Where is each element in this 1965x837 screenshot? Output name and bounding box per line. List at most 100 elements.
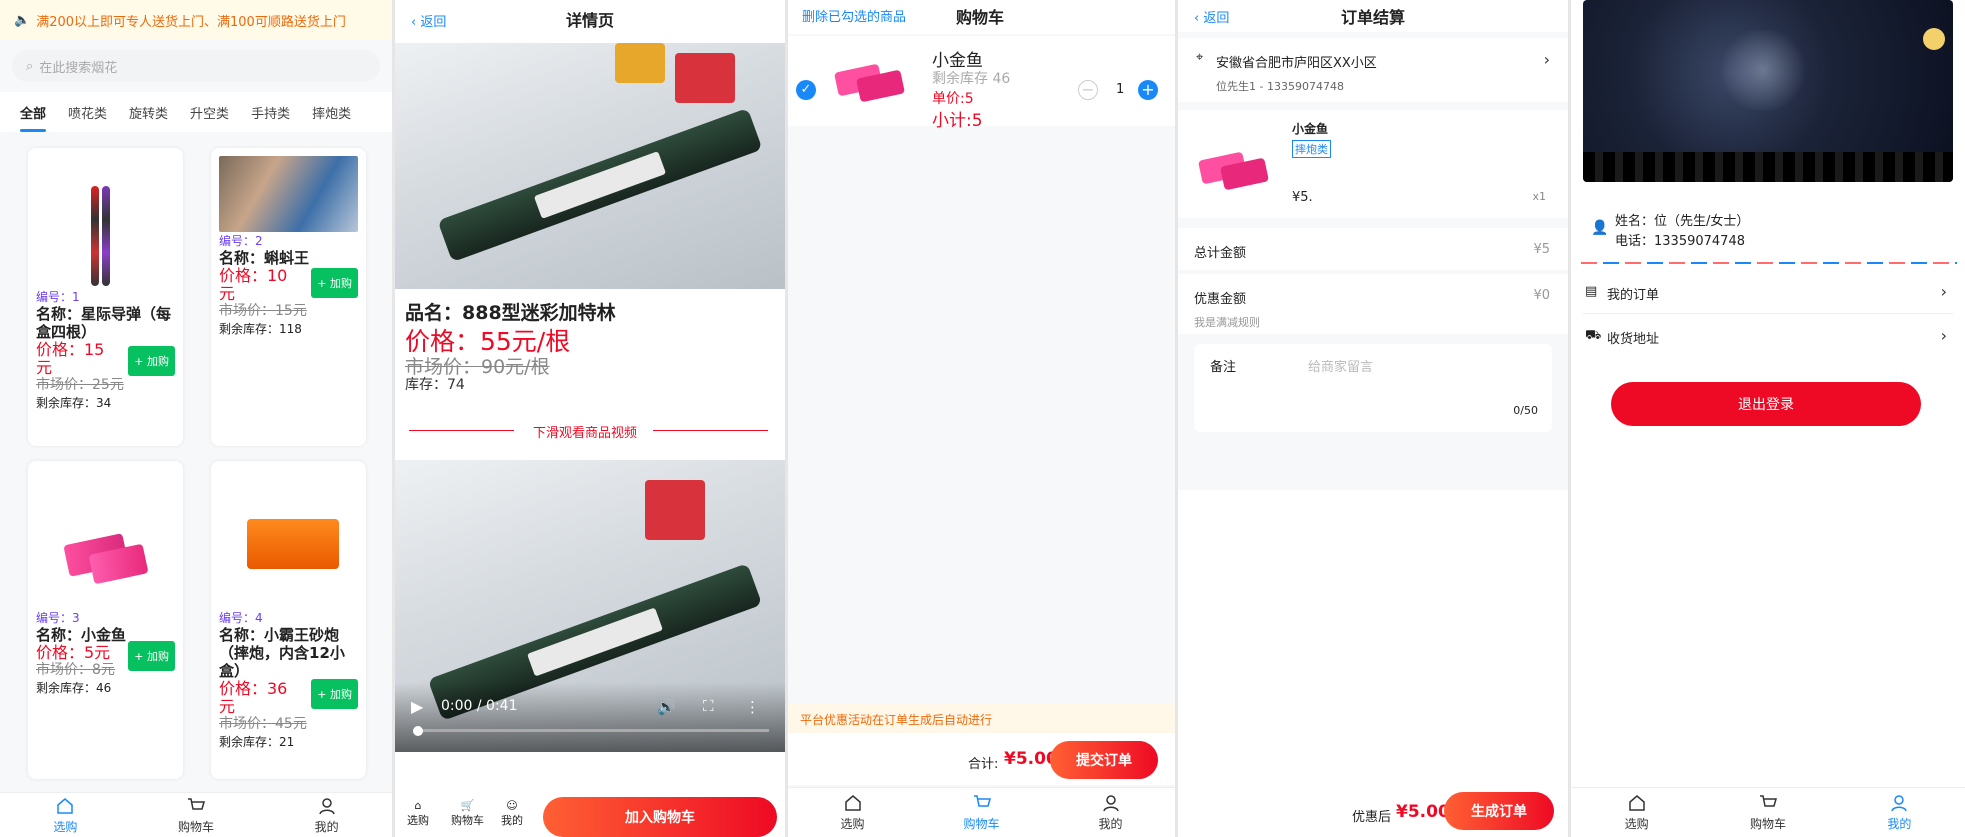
delete-selected-button[interactable]: 删除已勾选的商品 <box>802 6 906 25</box>
my-orders-item[interactable]: ▤ 我的订单 › <box>1583 272 1953 314</box>
user-icon <box>1891 795 1908 812</box>
page-title: 购物车 <box>956 8 1005 27</box>
video-player[interactable]: ▶ 0:00 / 0:41 🔊 ⛶ ⋮ <box>395 460 785 752</box>
home-icon <box>844 795 861 811</box>
address-item[interactable]: ⛟ 收货地址 › <box>1583 316 1953 358</box>
product-image <box>219 469 358 609</box>
cart-icon <box>973 795 991 807</box>
add-to-cart-button[interactable]: + 加购 <box>128 641 175 671</box>
item-image <box>1197 150 1270 191</box>
action-bar: ⌂ 选购 🛒 购物车 ☺ 我的 加入购物车 <box>395 785 785 837</box>
search-icon: ⌕ <box>26 58 34 74</box>
after-discount-value: ¥5.00 <box>1396 802 1450 822</box>
product-number: 编号：4 <box>219 611 263 625</box>
cart-icon <box>1759 795 1777 807</box>
tab-mine[interactable]: 我的 <box>1834 788 1965 837</box>
tab-rocket[interactable]: 升空类 <box>190 103 229 122</box>
product-number: 编号：3 <box>36 611 80 625</box>
video-progress[interactable] <box>413 726 769 736</box>
product-name: 品名：888型迷彩加特林 <box>405 302 616 324</box>
user-icon <box>318 797 335 814</box>
product-card[interactable]: 编号：3 名称：小金鱼 价格：5元 市场价：8元 剩余库存：46 + 加购 <box>28 461 183 779</box>
nav-bar: ‹ 返回 详情页 <box>395 0 785 38</box>
shop-icon-button[interactable]: ⌂ 选购 <box>407 799 429 828</box>
promo-bar: 平台优惠活动在订单生成后自动进行 <box>788 703 1175 733</box>
page-title: 订单结算 <box>1340 8 1405 27</box>
panel-checkout: ‹ 返回 订单结算 ⌖ 安徽省合肥市庐阳区XX小区 位先生1 - 13359074… <box>1178 0 1568 837</box>
address-text: 安徽省合肥市庐阳区XX小区 <box>1216 56 1377 71</box>
address-card[interactable]: ⌖ 安徽省合肥市庐阳区XX小区 位先生1 - 13359074748 › <box>1178 38 1568 102</box>
fullscreen-icon[interactable]: ⛶ <box>703 697 714 715</box>
volume-icon[interactable]: 🔊 <box>657 698 676 716</box>
product-stock: 库存：74 <box>405 377 465 393</box>
product-market-price: 市场价：25元 <box>36 377 124 393</box>
tab-cart[interactable]: 购物车 <box>131 793 262 837</box>
remark-input[interactable]: 给商家留言 <box>1308 356 1373 375</box>
more-icon[interactable]: ⋮ <box>745 698 760 716</box>
add-to-cart-button[interactable]: + 加购 <box>128 346 175 376</box>
product-card[interactable]: 编号：1 名称：星际导弹（每盒四根） 价格：15元 市场价：25元 剩余库存：3… <box>28 148 183 446</box>
remark-count: 0/50 <box>1513 404 1538 417</box>
user-name: 姓名：位（先生/女士） <box>1615 214 1750 229</box>
tab-spinner[interactable]: 旋转类 <box>129 103 168 122</box>
remark-label: 备注 <box>1210 360 1237 375</box>
product-image <box>36 469 175 609</box>
logout-button[interactable]: 退出登录 <box>1611 382 1921 426</box>
tab-fountain[interactable]: 喷花类 <box>68 103 107 122</box>
generate-order-button[interactable]: 生成订单 <box>1444 792 1554 830</box>
panel-home: 🔈 满200以上即可专人送货上门、满100可顺路送货上门 ⌕ 在此搜索烟花 全部 喷… <box>0 0 392 837</box>
mine-icon-button[interactable]: ☺ 我的 <box>501 799 523 828</box>
product-stock: 剩余库存：34 <box>36 396 112 410</box>
back-button[interactable]: ‹ 返回 <box>411 11 446 30</box>
product-name: 名称：星际导弹（每盒四根） <box>36 305 172 341</box>
add-to-cart-button[interactable]: + 加购 <box>311 268 358 298</box>
tab-mine[interactable]: 我的 <box>1046 788 1175 837</box>
product-name: 名称：蝌蚪王 <box>219 249 310 267</box>
divider <box>1581 262 1957 264</box>
item-subtotal: 小计:5 <box>932 111 983 131</box>
total-label: 合计: <box>968 757 999 772</box>
submit-order-button[interactable]: 提交订单 <box>1050 741 1158 779</box>
discount-row: 优惠金额 ¥0 我是满减规则 <box>1178 274 1568 334</box>
total-row: 总计金额 ¥5 <box>1178 228 1568 270</box>
search-input[interactable]: ⌕ 在此搜索烟花 <box>12 50 380 82</box>
tab-shop[interactable]: 选购 <box>788 788 917 837</box>
user-phone: 电话：13359074748 <box>1615 234 1745 249</box>
cart-icon-button[interactable]: 🛒 购物车 <box>451 799 484 828</box>
product-card[interactable]: 编号：4 名称：小霸王砂炮（摔炮，内含12小盒） 价格：36元 市场价：45元 … <box>211 461 366 779</box>
tab-cart[interactable]: 购物车 <box>1702 788 1833 837</box>
play-icon[interactable]: ▶ <box>411 697 423 716</box>
remark-box[interactable]: 备注 给商家留言 0/50 <box>1194 344 1552 432</box>
add-cart-button[interactable]: 加入购物车 <box>543 797 777 837</box>
item-name: 小金鱼 <box>1292 122 1329 136</box>
user-icon: 👤 <box>1591 220 1609 236</box>
decrease-button[interactable]: − <box>1078 80 1098 100</box>
tab-mine[interactable]: 我的 <box>261 793 392 837</box>
tab-shop[interactable]: 选购 <box>1571 788 1702 837</box>
checkbox[interactable]: ✓ <box>796 80 816 100</box>
tab-cart[interactable]: 购物车 <box>917 788 1046 837</box>
tab-snap[interactable]: 摔炮类 <box>312 103 351 122</box>
discount-note: 我是满减规则 <box>1194 316 1260 329</box>
panel-cart: 删除已勾选的商品 购物车 ✓ 小金鱼 剩余库存 46 单价:5 小计:5 − 1… <box>788 0 1175 837</box>
add-to-cart-button[interactable]: + 加购 <box>311 679 358 709</box>
product-market-price: 市场价：8元 <box>36 662 115 678</box>
panel-detail: ‹ 返回 详情页 品名：888型迷彩加特林 价格：55元/根 市场价：90元/根 … <box>395 0 785 837</box>
bottom-tabbar: 选购 购物车 我的 <box>788 787 1175 837</box>
product-stock: 剩余库存：21 <box>219 735 295 749</box>
back-button[interactable]: ‹ 返回 <box>1194 7 1229 26</box>
submit-bar: 合计: ¥5.00 提交订单 <box>788 733 1175 785</box>
total-value: ¥5 <box>1533 242 1550 257</box>
after-discount-label: 优惠后 <box>1352 810 1392 825</box>
tab-all[interactable]: 全部 <box>20 103 47 132</box>
increase-button[interactable]: + <box>1138 80 1158 100</box>
tab-handheld[interactable]: 手持类 <box>251 103 290 122</box>
product-name: 名称：小霸王砂炮（摔炮，内含12小盒） <box>219 626 345 680</box>
product-card[interactable]: 编号：2 名称：蝌蚪王 价格：10元 市场价：15元 剩余库存：118 + 加购 <box>211 148 366 446</box>
tab-shop[interactable]: 选购 <box>0 793 131 837</box>
product-image <box>395 43 785 289</box>
bottom-tabbar: 选购 购物车 我的 <box>1571 787 1965 837</box>
video-time: 0:00 / 0:41 <box>441 698 518 714</box>
home-icon <box>1628 795 1645 811</box>
home-icon <box>57 797 74 814</box>
